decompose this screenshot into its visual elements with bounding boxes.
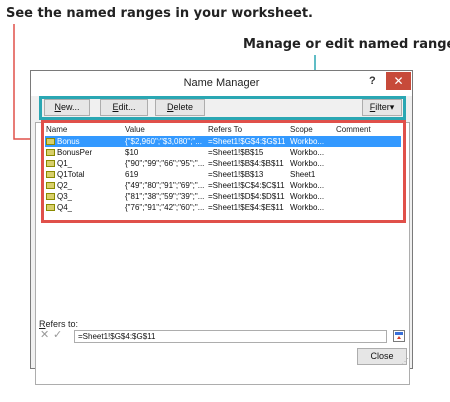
cell-scope: Workbo...: [290, 137, 325, 146]
cell-scope: Sheet1: [290, 170, 316, 179]
cell-name: Q3_: [57, 192, 73, 201]
new-button[interactable]: New...: [44, 99, 90, 116]
cell-name: Q1_: [57, 159, 73, 168]
help-button[interactable]: ?: [369, 75, 376, 87]
cancel-edit-icon[interactable]: ✕: [40, 328, 49, 341]
named-range-icon: [46, 204, 55, 211]
table-row[interactable]: Q2_ {"49";"80";"91";"69";"... =Sheet1!$C$4…: [45, 180, 401, 191]
cell-scope: Workbo...: [290, 203, 325, 212]
cell-refers-to: =Sheet1!$E$4:$E$11: [208, 203, 284, 212]
chevron-down-icon: ▾: [389, 102, 395, 112]
column-header-scope[interactable]: Scope: [290, 125, 313, 134]
named-range-icon: [46, 160, 55, 167]
named-range-icon: [46, 193, 55, 200]
table-row[interactable]: Q4_ {"76";"91";"42";"60";"... =Sheet1!$E$4…: [45, 202, 401, 213]
title-bar: Name Manager ? ✕: [31, 71, 412, 96]
resize-grip-icon[interactable]: ⋰: [401, 357, 409, 366]
delete-button[interactable]: Delete: [155, 99, 205, 116]
refers-to-input[interactable]: =Sheet1!$G$4:$G$11: [74, 330, 387, 343]
cell-refers-to: =Sheet1!$B$4:$B$11: [208, 159, 284, 168]
named-range-icon: [46, 138, 55, 145]
close-button[interactable]: Close: [357, 348, 407, 365]
cell-name: Bonus: [57, 137, 80, 146]
cell-value: $10: [125, 148, 139, 157]
table-row[interactable]: BonusPer $10 =Sheet1!$B$15 Workbo...: [45, 147, 401, 158]
table-row[interactable]: Q3_ {"81";"38";"59";"39";"... =Sheet1!$D$4…: [45, 191, 401, 202]
cell-value: {"76";"91";"42";"60";"...: [125, 203, 205, 212]
cell-scope: Workbo...: [290, 192, 325, 201]
table-row[interactable]: Q1_ {"90";"99";"66";"95";"... =Sheet1!$B$4…: [45, 158, 401, 169]
cell-name: Q1Total: [57, 170, 85, 179]
cell-value: {"49";"80";"91";"69";"...: [125, 181, 205, 190]
cell-value: {"81";"38";"59";"39";"...: [125, 192, 205, 201]
edit-button[interactable]: Edit...: [100, 99, 148, 116]
cell-value: 619: [125, 170, 139, 179]
named-range-icon: [46, 182, 55, 189]
confirm-edit-icon[interactable]: ✓: [53, 328, 62, 341]
dialog-title: Name Manager: [183, 77, 260, 89]
column-header-name[interactable]: Name: [46, 125, 67, 134]
column-header-comment[interactable]: Comment: [336, 125, 371, 134]
named-range-icon: [46, 149, 55, 156]
named-range-icon: [46, 171, 55, 178]
cell-value: {"90";"99";"66";"95";"...: [125, 159, 205, 168]
cell-refers-to: =Sheet1!$C$4:$C$11: [208, 181, 285, 190]
cell-scope: Workbo...: [290, 148, 325, 157]
close-icon[interactable]: ✕: [386, 72, 411, 90]
cell-value: {"$2,960";"$3,080";"...: [125, 137, 202, 146]
cell-name: Q4_: [57, 203, 73, 212]
cell-scope: Workbo...: [290, 181, 325, 190]
table-row[interactable]: Bonus {"$2,960";"$3,080";"... =Sheet1!$G$4…: [45, 136, 401, 147]
column-header-refers-to[interactable]: Refers To: [208, 125, 242, 134]
filter-dropdown[interactable]: Filter▾: [362, 99, 402, 116]
column-header-value[interactable]: Value: [125, 125, 145, 134]
range-collapse-icon[interactable]: [393, 330, 405, 342]
cell-refers-to: =Sheet1!$B$15: [208, 148, 264, 157]
table-row[interactable]: Q1Total 619 =Sheet1!$B$13 Sheet1: [45, 169, 401, 180]
toolbar-highlight: [39, 96, 406, 120]
cell-refers-to: =Sheet1!$B$13: [208, 170, 264, 179]
cell-scope: Workbo...: [290, 159, 325, 168]
cell-refers-to: =Sheet1!$D$4:$D$11: [208, 192, 285, 201]
name-manager-dialog: Name Manager ? ✕ New... Edit... Delete F…: [30, 70, 413, 385]
cell-refers-to: =Sheet1!$G$4:$G$11: [208, 137, 286, 146]
cell-name: BonusPer: [57, 148, 93, 157]
cell-name: Q2_: [57, 181, 73, 190]
